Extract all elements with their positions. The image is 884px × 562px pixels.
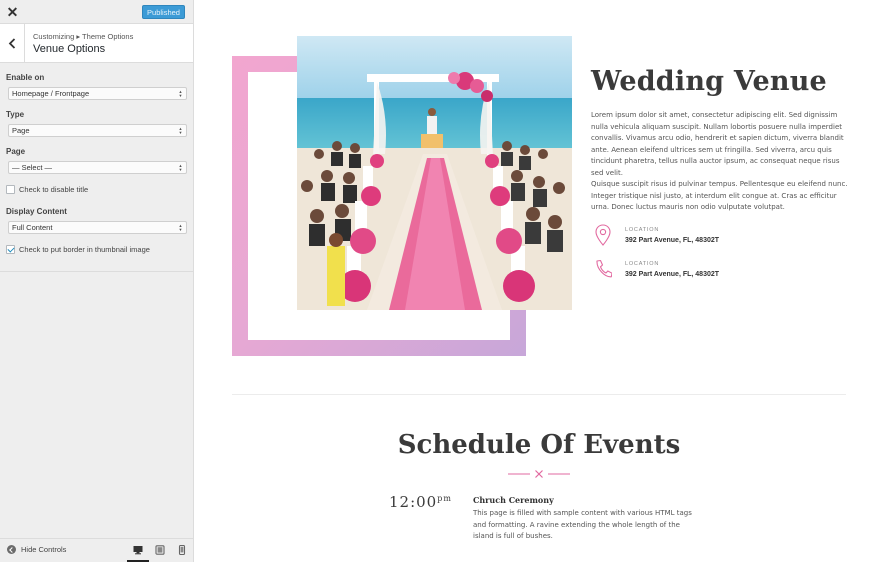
display-content-select[interactable]: Full Content ▲ ▼ xyxy=(8,221,187,234)
back-button[interactable] xyxy=(0,24,25,63)
tablet-preview-button[interactable] xyxy=(154,544,166,556)
hide-controls-label: Hide Controls xyxy=(21,545,67,554)
select-arrows-icon: ▲ ▼ xyxy=(178,222,183,232)
enable-on-value: Homepage / Frontpage xyxy=(12,89,90,98)
select-arrows-icon: ▲ ▼ xyxy=(178,125,183,135)
event-time: 12:00pm xyxy=(389,493,452,511)
disable-title-label: Check to disable title xyxy=(19,185,89,194)
event-description: This page is filled with sample content … xyxy=(473,509,692,540)
publish-button[interactable]: Published xyxy=(142,5,185,19)
display-content-label: Display Content xyxy=(6,207,67,216)
site-preview: Wedding Venue Lorem ipsum dolor sit amet… xyxy=(194,0,884,562)
display-content-value: Full Content xyxy=(12,223,53,232)
section-divider xyxy=(232,394,846,395)
cross-ornament-icon xyxy=(508,467,570,479)
tablet-icon xyxy=(155,545,165,555)
map-pin-icon xyxy=(593,224,613,246)
info-label: LOCATION xyxy=(625,226,660,233)
breadcrumb: Customizing ▸ Theme Options xyxy=(33,32,134,41)
event-time-value: 12:00 xyxy=(389,493,438,511)
desktop-preview-button[interactable] xyxy=(132,544,144,556)
type-value: Page xyxy=(12,126,30,135)
info-label: LOCATION xyxy=(625,260,660,267)
close-icon[interactable]: ✕ xyxy=(0,0,25,24)
info-value: 392 Part Avenue, FL, 48302T xyxy=(625,236,720,244)
venue-description: Lorem ipsum dolor sit amet, consectetur … xyxy=(591,111,844,177)
event-time-suffix: pm xyxy=(437,494,452,503)
page-select[interactable]: — Select — ▲ ▼ xyxy=(8,161,187,174)
customizer-topbar: ✕ Published xyxy=(0,0,193,24)
hide-controls-button[interactable]: Hide Controls xyxy=(7,545,66,554)
select-arrows-icon: ▲ ▼ xyxy=(178,162,183,172)
chevron-left-icon xyxy=(8,38,16,49)
page-value: — Select — xyxy=(12,163,53,172)
schedule-title: Schedule Of Events xyxy=(397,430,681,460)
event-title: Chruch Ceremony xyxy=(473,495,554,505)
type-label: Type xyxy=(6,110,25,119)
disable-title-checkbox[interactable] xyxy=(6,185,15,194)
panel-title: Venue Options xyxy=(33,43,106,55)
select-arrows-icon: ▲ ▼ xyxy=(178,88,183,98)
panel-header: Customizing ▸ Theme Options Venue Option… xyxy=(0,24,193,63)
phone-icon xyxy=(593,258,613,280)
venue-title: Wedding Venue xyxy=(591,66,827,97)
desktop-icon xyxy=(133,546,143,555)
thumbnail-border-checkbox[interactable] xyxy=(6,245,15,254)
collapse-icon xyxy=(7,545,16,554)
customizer-footer: Hide Controls xyxy=(0,538,193,562)
type-select[interactable]: Page ▲ ▼ xyxy=(8,124,187,137)
venue-description-2: Quisque suscipit risus id pulvinar tempu… xyxy=(591,180,848,211)
page-label: Page xyxy=(6,147,26,156)
phone-info: LOCATION 392 Part Avenue, FL, 48302T xyxy=(593,258,719,280)
enable-on-label: Enable on xyxy=(6,73,45,82)
mobile-icon xyxy=(178,545,186,555)
customizer-sidebar: ✕ Published Customizing ▸ Theme Options … xyxy=(0,0,194,562)
disable-title-row: Check to disable title xyxy=(6,185,88,194)
location-info: LOCATION 392 Part Avenue, FL, 48302T xyxy=(593,224,719,246)
info-value: 392 Part Avenue, FL, 48302T xyxy=(625,270,720,278)
mobile-preview-button[interactable] xyxy=(176,544,188,556)
venue-photo xyxy=(297,36,572,310)
thumbnail-border-row: Check to put border in thumbnail image xyxy=(6,245,150,254)
divider xyxy=(0,271,193,272)
enable-on-select[interactable]: Homepage / Frontpage ▲ ▼ xyxy=(8,87,187,100)
thumbnail-border-label: Check to put border in thumbnail image xyxy=(19,245,150,254)
